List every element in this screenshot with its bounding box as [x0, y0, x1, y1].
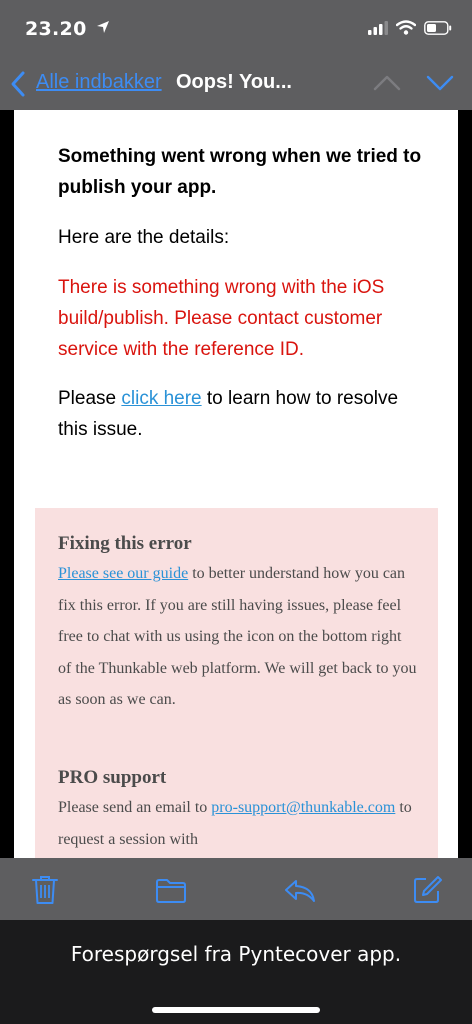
pro-support-email-link[interactable]: pro-support@thunkable.com — [211, 799, 395, 816]
wifi-icon — [396, 20, 416, 35]
back-chevron-icon[interactable] — [8, 70, 28, 98]
message-toolbar — [0, 858, 472, 920]
compose-icon[interactable] — [412, 875, 442, 905]
chevron-up-icon[interactable] — [372, 72, 402, 94]
message-body[interactable]: Something went wrong when we tried to pu… — [14, 110, 458, 858]
resolve-paragraph: Please click here to learn how to resolv… — [58, 388, 399, 440]
error-heading: Something went wrong when we tried to pu… — [58, 146, 422, 198]
details-label: Here are the details: — [58, 227, 230, 248]
guide-link[interactable]: Please see our guide — [58, 565, 188, 582]
pro-support-title: PRO support — [58, 767, 167, 788]
back-to-inboxes-link[interactable]: Alle indbakker — [36, 71, 162, 94]
notification-text: Forespørgsel fra Pyntecover app. — [70, 942, 402, 966]
pro-support-text: Please send an email to pro-support@thun… — [58, 799, 412, 848]
notification-banner[interactable]: Forespørgsel fra Pyntecover app. — [0, 920, 472, 1024]
status-bar: 23.20 — [0, 0, 472, 58]
mail-navbar: Alle indbakker Oops! You... — [0, 58, 472, 110]
trash-icon[interactable] — [31, 875, 59, 905]
chevron-down-icon[interactable] — [425, 72, 455, 94]
click-here-link[interactable]: click here — [121, 388, 201, 409]
fixing-error-title: Fixing this error — [58, 533, 192, 554]
reply-icon[interactable] — [283, 878, 317, 904]
folder-icon[interactable] — [155, 878, 187, 904]
location-arrow-icon — [96, 21, 109, 33]
help-box: Fixing this error Please see our guide t… — [35, 508, 438, 858]
status-indicators — [368, 20, 452, 35]
error-message: There is something wrong with the iOS bu… — [58, 277, 385, 360]
battery-icon — [424, 20, 452, 35]
fixing-error-text: Please see our guide to better understan… — [58, 565, 417, 708]
status-time: 23.20 — [25, 18, 110, 40]
home-indicator[interactable] — [152, 1007, 320, 1013]
message-subject-title: Oops! You... — [176, 71, 292, 93]
pro-support-section: PRO support Please send an email to pro-… — [58, 764, 418, 855]
help-box-content: Fixing this error Please see our guide t… — [58, 530, 418, 848]
cellular-signal-icon — [368, 20, 388, 35]
